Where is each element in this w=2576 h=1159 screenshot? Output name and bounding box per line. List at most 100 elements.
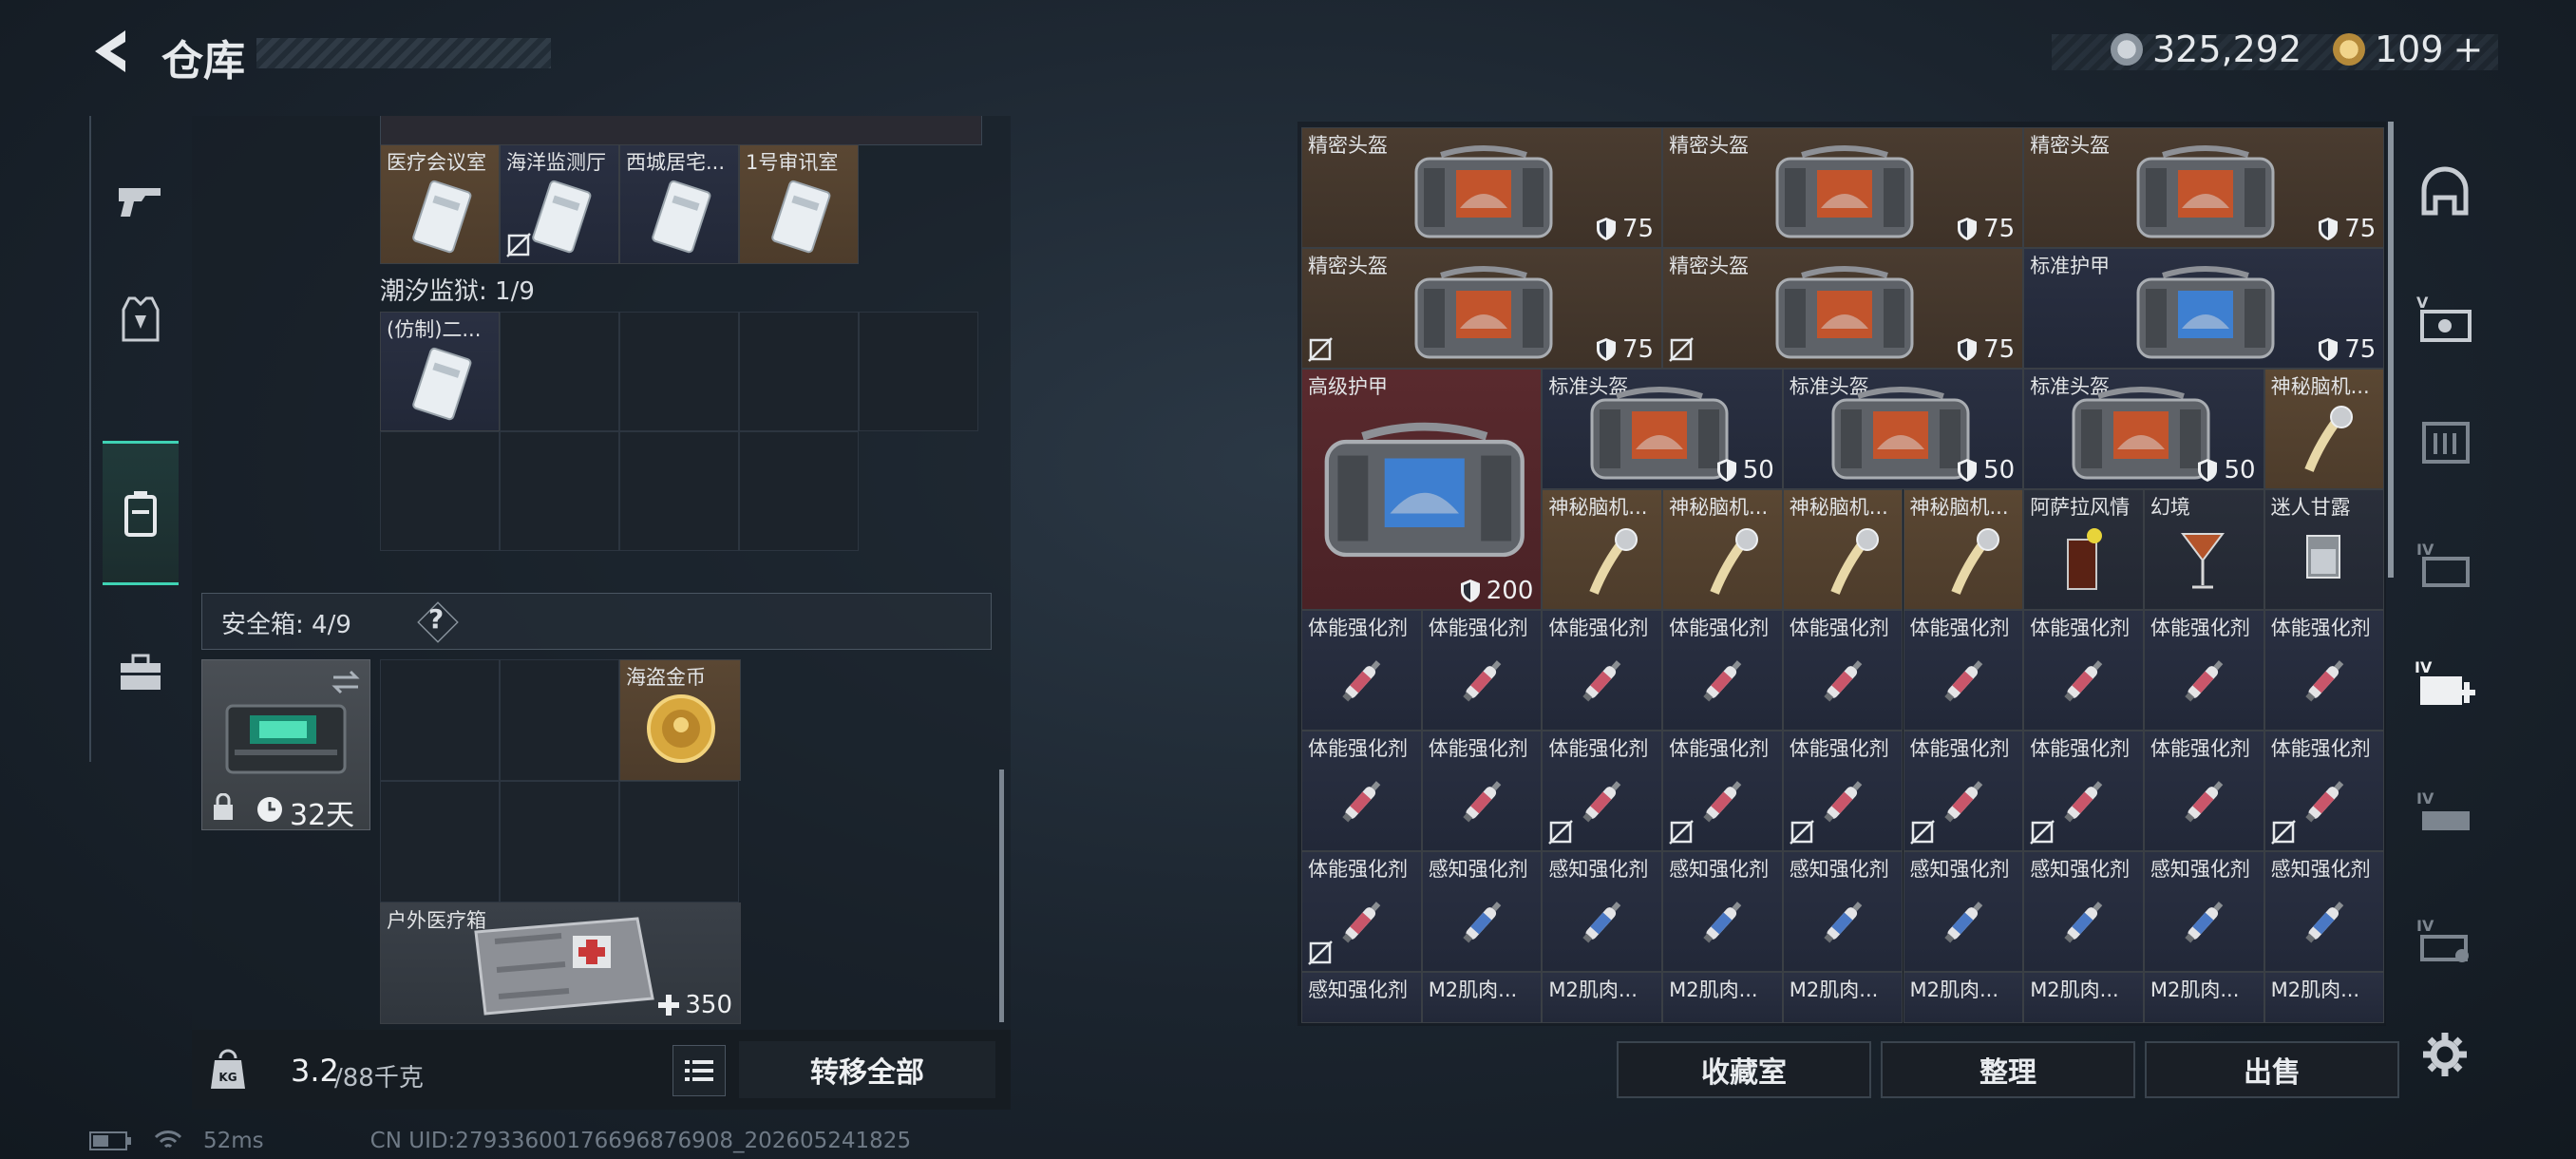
nav-helmet-tab[interactable] — [2411, 158, 2479, 226]
empty-slot[interactable] — [380, 431, 500, 551]
transfer-all-button[interactable]: 转移全部 — [739, 1041, 995, 1098]
list-view-button[interactable] — [672, 1045, 726, 1096]
helmet-item[interactable]: 精密头盔 75 — [1662, 127, 2024, 248]
keycard-item[interactable]: 1号审讯室 — [739, 144, 859, 264]
stimulant-item[interactable]: 感知强化剂 — [2263, 851, 2385, 972]
helmet-item[interactable]: 精密头盔 75 — [1301, 127, 1663, 248]
safe-slot[interactable] — [380, 781, 500, 902]
collection-room-button[interactable]: 收藏室 — [1617, 1041, 1871, 1098]
safe-slot[interactable] — [500, 659, 619, 781]
nav-weapons[interactable] — [103, 163, 179, 239]
stimulant-item[interactable]: M2肌肉... — [2143, 972, 2264, 1023]
stimulant-item[interactable]: 体能强化剂 — [1662, 731, 1783, 851]
empty-slot[interactable] — [739, 431, 859, 551]
keycard-item[interactable]: 西城居宅... — [619, 144, 739, 264]
stimulant-item[interactable]: 感知强化剂 — [2023, 851, 2144, 972]
item-label: M2肌肉... — [1548, 978, 1638, 1001]
nav-tier4-box[interactable]: IV — [2411, 530, 2479, 598]
left-scrollbar[interactable] — [999, 770, 1004, 1022]
stimulant-item[interactable]: M2肌肉... — [1662, 972, 1783, 1023]
stimulant-item[interactable]: 感知强化剂 — [1301, 972, 1422, 1023]
gold-currency[interactable]: 109 + — [2333, 28, 2483, 70]
stimulant-item[interactable]: 感知强化剂 — [1421, 851, 1543, 972]
stimulant-item[interactable]: M2肌肉... — [1903, 972, 2024, 1023]
nav-tier5-case[interactable]: V — [2411, 283, 2479, 352]
helmet-item[interactable]: 标准头盔 50 — [1782, 369, 2024, 489]
stimulant-item[interactable]: 体能强化剂 — [1421, 731, 1543, 851]
drink-item[interactable]: 阿萨拉风情 — [2023, 489, 2144, 610]
stimulant-item[interactable]: 体能强化剂 — [2023, 731, 2144, 851]
pirate-coin-item[interactable]: 海盗金币 — [619, 659, 741, 781]
brain-chip-item[interactable]: 神秘脑机... — [1542, 489, 1663, 610]
brain-chip-item[interactable]: 神秘脑机... — [1662, 489, 1783, 610]
stimulant-item[interactable]: M2肌肉... — [2023, 972, 2144, 1023]
nav-backpack[interactable] — [103, 441, 179, 585]
nav-tier4-medical[interactable]: IV — [2411, 650, 2479, 718]
empty-slot[interactable] — [500, 431, 619, 551]
safe-slot[interactable] — [500, 781, 619, 902]
stimulant-item[interactable]: 体能强化剂 — [1421, 610, 1543, 731]
stimulant-item[interactable]: 感知强化剂 — [2143, 851, 2264, 972]
brain-chip-item[interactable]: 神秘脑机... — [1903, 489, 2024, 610]
helmet-item[interactable]: 精密头盔 75 — [1301, 248, 1663, 369]
helmet-item[interactable]: 标准头盔 50 — [1542, 369, 1783, 489]
nav-tier4-misc[interactable]: IV — [2411, 906, 2479, 975]
stimulant-item[interactable]: 体能强化剂 — [1662, 610, 1783, 731]
helmet-item[interactable]: 标准护甲 75 — [2023, 248, 2385, 369]
brain-chip-item[interactable]: 神秘脑机... — [1782, 489, 1904, 610]
stimulant-item[interactable]: 体能强化剂 — [2263, 731, 2385, 851]
empty-slot[interactable] — [859, 312, 978, 431]
keycard-item[interactable]: 医疗会议室 — [380, 144, 500, 264]
sort-button[interactable]: 整理 — [1881, 1041, 2135, 1098]
advanced-armor-item[interactable]: 高级护甲 200 — [1301, 369, 1543, 610]
stimulant-item[interactable]: 体能强化剂 — [1301, 610, 1422, 731]
stimulant-item[interactable]: 体能强化剂 — [1542, 610, 1663, 731]
swap-icon[interactable] — [330, 668, 362, 696]
helmet-item[interactable]: 精密头盔 75 — [2023, 127, 2385, 248]
stimulant-item[interactable]: 体能强化剂 — [2023, 610, 2144, 731]
stimulant-item[interactable]: 体能强化剂 — [1542, 731, 1663, 851]
stimulant-item[interactable]: 体能强化剂 — [1782, 731, 1904, 851]
stimulant-item[interactable]: 体能强化剂 — [2143, 731, 2264, 851]
helmet-item[interactable]: 标准头盔 50 — [2023, 369, 2264, 489]
empty-slot[interactable] — [619, 431, 739, 551]
stimulant-item[interactable]: 体能强化剂 — [1301, 851, 1422, 972]
medkit-item[interactable]: 户外医疗箱 350 — [380, 902, 741, 1024]
empty-slot[interactable] — [739, 312, 859, 431]
nav-storage-box[interactable] — [2411, 407, 2479, 475]
nav-tier4-weapon[interactable]: IV — [2411, 779, 2479, 847]
helmet-item[interactable]: 精密头盔 75 — [1662, 248, 2024, 369]
stimulant-item[interactable]: 体能强化剂 — [1782, 610, 1904, 731]
stimulant-item[interactable]: 体能强化剂 — [1301, 731, 1422, 851]
stimulant-item[interactable]: M2肌肉... — [1421, 972, 1543, 1023]
stimulant-item[interactable]: 感知强化剂 — [1782, 851, 1904, 972]
stimulant-item[interactable]: 体能强化剂 — [2263, 610, 2385, 731]
stimulant-item[interactable]: M2肌肉... — [1782, 972, 1904, 1023]
settings-button[interactable] — [2411, 1020, 2479, 1089]
stimulant-item[interactable]: 感知强化剂 — [1903, 851, 2024, 972]
stimulant-item[interactable]: 体能强化剂 — [2143, 610, 2264, 731]
brain-chip-item[interactable]: 神秘脑机... — [2263, 369, 2385, 489]
sell-button[interactable]: 出售 — [2145, 1041, 2399, 1098]
keycard-item[interactable]: (仿制)二... — [380, 312, 500, 431]
keycard-item[interactable]: 海洋监测厅 — [500, 144, 619, 264]
stimulant-item[interactable]: 感知强化剂 — [1542, 851, 1663, 972]
right-scrollbar[interactable] — [2388, 122, 2394, 578]
stimulant-item[interactable]: M2肌肉... — [2263, 972, 2385, 1023]
back-arrow-icon[interactable] — [87, 27, 135, 76]
safe-slot[interactable] — [380, 659, 500, 781]
drink-item[interactable]: 幻境 — [2143, 489, 2264, 610]
help-button[interactable]: ? — [428, 603, 444, 635]
nav-armor[interactable] — [103, 281, 179, 357]
gold-add-button[interactable]: + — [2453, 28, 2484, 70]
stimulant-item[interactable]: 感知强化剂 — [1662, 851, 1783, 972]
safe-slot[interactable] — [619, 781, 739, 902]
empty-slot[interactable] — [619, 312, 739, 431]
drink-item[interactable]: 迷人甘露 — [2263, 489, 2385, 610]
stimulant-item[interactable]: 体能强化剂 — [1903, 610, 2024, 731]
empty-slot[interactable] — [500, 312, 619, 431]
stimulant-item[interactable]: 体能强化剂 — [1903, 731, 2024, 851]
nav-toolbox[interactable] — [103, 635, 179, 711]
stimulant-item[interactable]: M2肌肉... — [1542, 972, 1663, 1023]
safe-case-item[interactable]: 32天 — [201, 659, 370, 832]
